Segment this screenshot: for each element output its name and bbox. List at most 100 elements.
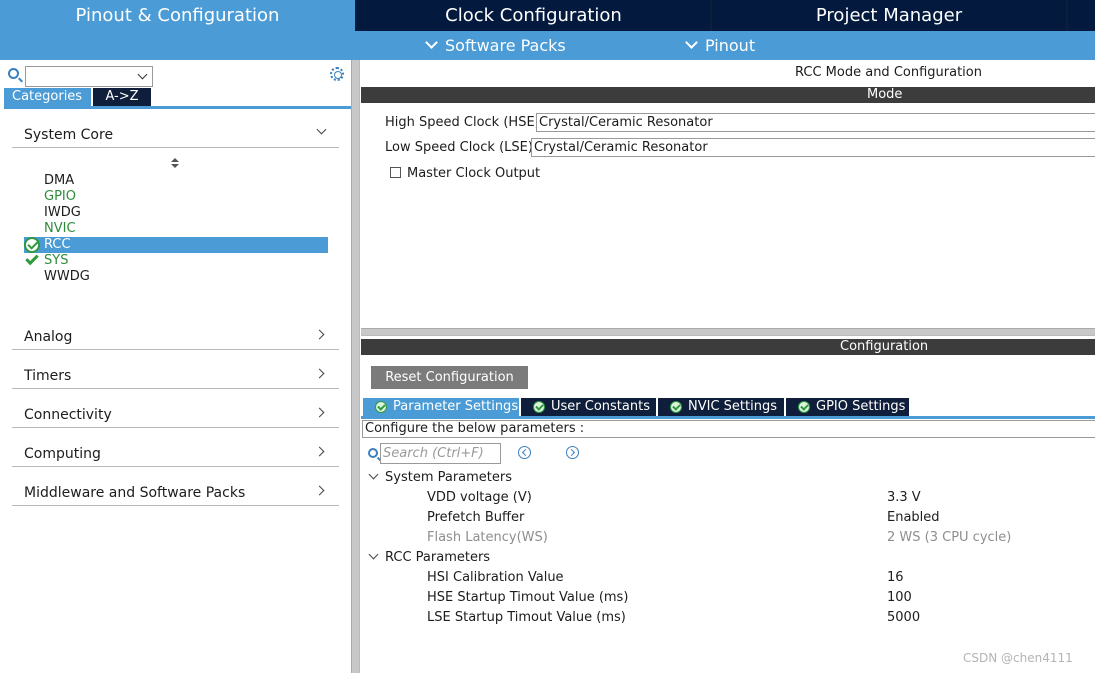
group-system-parameters[interactable]: System Parameters: [368, 469, 513, 485]
chevron-right-icon: [314, 485, 325, 496]
group-label: System Parameters: [385, 470, 513, 485]
section-label: Timers: [24, 368, 72, 384]
rcc-config-panel: RCC Mode and Configuration Mode High Spe…: [361, 60, 1095, 673]
param-hsi-calibration: HSI Calibration Value: [427, 570, 564, 585]
reset-configuration-button[interactable]: Reset Configuration: [371, 366, 528, 389]
parameter-search-input[interactable]: Search (Ctrl+F): [380, 443, 501, 464]
chevron-right-icon: [314, 446, 325, 457]
tab-categories[interactable]: Categories: [4, 88, 91, 106]
peripheral-wwdg[interactable]: WWDG: [24, 269, 328, 285]
configure-instructions: Configure the below parameters :: [362, 420, 1095, 438]
tab-clock-configuration[interactable]: Clock Configuration: [357, 0, 710, 31]
panel-title: RCC Mode and Configuration: [795, 65, 982, 80]
check-circle-icon: [24, 237, 40, 253]
section-system-core[interactable]: System Core: [12, 120, 339, 148]
peripheral-iwdg[interactable]: IWDG: [24, 205, 328, 221]
section-label: Analog: [24, 329, 73, 345]
param-lse-startup-timeout: LSE Startup Timout Value (ms): [427, 610, 626, 625]
check-circle-icon: [375, 401, 387, 413]
peripheral-nvic[interactable]: NVIC: [24, 221, 328, 237]
tab-overflow: [1068, 0, 1095, 31]
search-icon: [368, 448, 378, 458]
mco-checkbox[interactable]: [390, 167, 401, 178]
value-hse-startup-timeout[interactable]: 100: [887, 590, 912, 605]
config-tab-underline: [361, 416, 1095, 419]
chevron-right-icon: [314, 329, 325, 340]
value-hsi-calibration[interactable]: 16: [887, 570, 904, 585]
tab-label: GPIO Settings: [816, 399, 906, 414]
param-hse-startup-timeout: HSE Startup Timout Value (ms): [427, 590, 629, 605]
peripheral-dma[interactable]: DMA: [24, 173, 328, 189]
peripheral-label: SYS: [44, 253, 69, 268]
categories-panel: Categories A->Z System Core DMA GPIO IWD…: [0, 60, 351, 673]
check-circle-icon: [670, 401, 682, 413]
gear-icon[interactable]: [330, 67, 344, 81]
chevron-down-icon[interactable]: [368, 469, 379, 480]
group-label: RCC Parameters: [385, 550, 491, 565]
section-label: Computing: [24, 446, 101, 462]
value-prefetch-buffer[interactable]: Enabled: [887, 510, 940, 525]
param-prefetch-buffer: Prefetch Buffer: [427, 510, 525, 525]
previous-match-icon[interactable]: [518, 446, 531, 459]
peripheral-label: NVIC: [44, 221, 76, 236]
sort-icon[interactable]: [171, 158, 179, 170]
value-vdd-voltage[interactable]: 3.3 V: [887, 490, 921, 505]
mode-header: Mode: [361, 87, 1095, 103]
tab-nvic-settings[interactable]: NVIC Settings: [658, 398, 784, 416]
tab-label: NVIC Settings: [688, 399, 777, 414]
section-analog[interactable]: Analog: [12, 322, 339, 350]
chevron-right-icon: [314, 407, 325, 418]
panel-splitter[interactable]: [351, 60, 360, 673]
value-flash-latency: 2 WS (3 CPU cycle): [887, 530, 1012, 545]
tab-a-to-z[interactable]: A->Z: [93, 88, 151, 106]
next-match-icon[interactable]: [566, 446, 579, 459]
tab-project-manager[interactable]: Project Manager: [712, 0, 1066, 31]
chevron-down-icon: [316, 124, 327, 135]
tab-label: User Constants: [551, 399, 650, 414]
hse-select[interactable]: Crystal/Ceramic Resonator: [536, 113, 1095, 132]
chevron-down-icon[interactable]: [368, 549, 379, 560]
search-icon: [8, 68, 19, 79]
checkmark-icon: [25, 251, 39, 266]
chevron-right-icon: [314, 368, 325, 379]
peripheral-rcc[interactable]: RCC: [24, 237, 328, 253]
sub-menu-bar: Software Packs Pinout: [0, 31, 1095, 60]
peripheral-gpio[interactable]: GPIO: [24, 189, 328, 205]
chevron-down-icon: [425, 36, 438, 49]
peripheral-label: IWDG: [44, 205, 81, 220]
peripheral-label: RCC: [44, 237, 71, 252]
tab-parameter-settings[interactable]: Parameter Settings: [363, 398, 519, 416]
tab-gpio-settings[interactable]: GPIO Settings: [786, 398, 909, 416]
category-search-combo[interactable]: [25, 66, 153, 87]
section-connectivity[interactable]: Connectivity: [12, 400, 339, 428]
pinout-label: Pinout: [705, 36, 756, 55]
group-rcc-parameters[interactable]: RCC Parameters: [368, 549, 491, 565]
top-tab-bar: Pinout & Configuration Clock Configurati…: [0, 0, 1095, 31]
software-packs-menu[interactable]: Software Packs: [425, 31, 566, 60]
watermark: CSDN @chen4111: [963, 651, 1073, 665]
software-packs-label: Software Packs: [445, 36, 566, 55]
section-middleware[interactable]: Middleware and Software Packs: [12, 478, 339, 506]
peripheral-sys[interactable]: SYS: [24, 251, 328, 269]
value-lse-startup-timeout[interactable]: 5000: [887, 610, 920, 625]
tab-pinout-configuration[interactable]: Pinout & Configuration: [0, 0, 355, 31]
section-computing[interactable]: Computing: [12, 439, 339, 467]
param-flash-latency: Flash Latency(WS): [427, 530, 548, 545]
param-vdd-voltage: VDD voltage (V): [427, 490, 532, 505]
chevron-down-icon[interactable]: [137, 69, 148, 80]
mco-row[interactable]: Master Clock Output: [390, 166, 540, 181]
peripheral-label: WWDG: [44, 269, 90, 284]
mode-config-splitter[interactable]: [361, 328, 1095, 336]
mco-label: Master Clock Output: [407, 166, 541, 181]
section-label: System Core: [24, 127, 114, 143]
tab-user-constants[interactable]: User Constants: [521, 398, 656, 416]
pinout-menu[interactable]: Pinout: [685, 31, 756, 60]
section-label: Middleware and Software Packs: [24, 485, 246, 501]
check-circle-icon: [798, 401, 810, 413]
section-label: Connectivity: [24, 407, 112, 423]
section-timers[interactable]: Timers: [12, 361, 339, 389]
chevron-down-icon: [685, 36, 698, 49]
configuration-header: Configuration: [361, 339, 1095, 355]
lse-select[interactable]: Crystal/Ceramic Resonator: [531, 138, 1095, 157]
peripheral-label: GPIO: [44, 189, 76, 204]
